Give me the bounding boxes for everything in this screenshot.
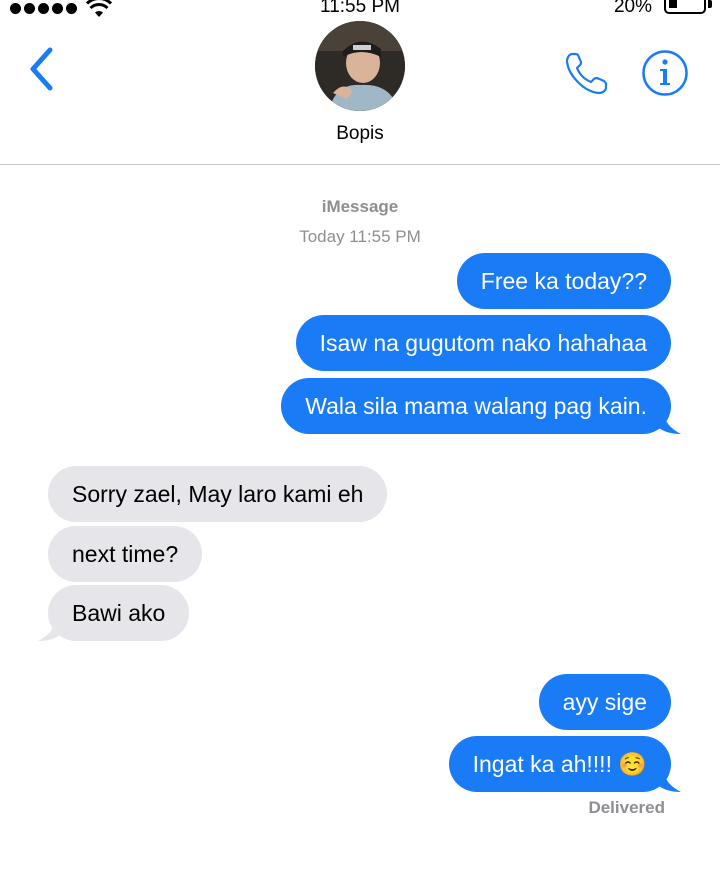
message-bubble-received[interactable]: Bawi ako	[38, 585, 190, 641]
message-text: Ingat ka ah!!!! ☺️	[472, 751, 647, 777]
battery-nub	[708, 0, 712, 8]
message-text: Free ka today??	[480, 268, 647, 294]
delivery-receipt: Delivered	[588, 798, 665, 817]
message-bubble-sent[interactable]: Ingat ka ah!!!! ☺️	[448, 736, 681, 792]
message-text: next time?	[72, 541, 179, 567]
message-bubble-sent[interactable]: Free ka today??	[456, 253, 671, 309]
message-bubble-received[interactable]: Sorry zael, May laro kami eh	[48, 466, 388, 522]
message-bubble-sent[interactable]: Wala sila mama walang pag kain.	[281, 378, 681, 434]
info-button[interactable]	[641, 49, 689, 97]
conversation-timestamp: Today 11:55 PM	[299, 227, 421, 246]
call-button[interactable]	[562, 48, 612, 98]
imessage-screen: 11:55 PM 20% Bopis iMessage Today 11:55 …	[0, 0, 720, 877]
conversation-header: 11:55 PM 20% Bopis	[0, 0, 720, 165]
message-text: Sorry zael, May laro kami eh	[72, 481, 364, 507]
message-text: Isaw na gugutom nako hahahaa	[319, 330, 647, 356]
phone-icon	[565, 52, 608, 95]
info-icon	[642, 50, 688, 96]
service-label: iMessage	[321, 197, 399, 216]
status-time: 11:55 PM	[320, 0, 400, 17]
status-bar: 11:55 PM 20%	[0, 0, 720, 18]
bubble-tail	[38, 619, 60, 641]
bubble-tail	[659, 770, 681, 792]
back-button[interactable]	[22, 44, 62, 94]
battery-percent: 20%	[613, 0, 652, 17]
message-text: Bawi ako	[72, 600, 166, 626]
contact-name[interactable]: Bopis	[0, 123, 720, 145]
message-bubble-sent[interactable]: ayy sige	[538, 674, 671, 730]
message-bubble-sent[interactable]: Isaw na gugutom nako hahahaa	[295, 315, 671, 371]
contact-avatar[interactable]	[315, 21, 405, 111]
message-bubble-received[interactable]: next time?	[48, 526, 203, 582]
battery-icon	[664, 0, 706, 14]
message-text: Wala sila mama walang pag kain.	[305, 393, 647, 419]
bubble-tail	[659, 412, 681, 434]
chevron-left-icon	[30, 47, 53, 91]
message-text: ayy sige	[562, 689, 647, 715]
